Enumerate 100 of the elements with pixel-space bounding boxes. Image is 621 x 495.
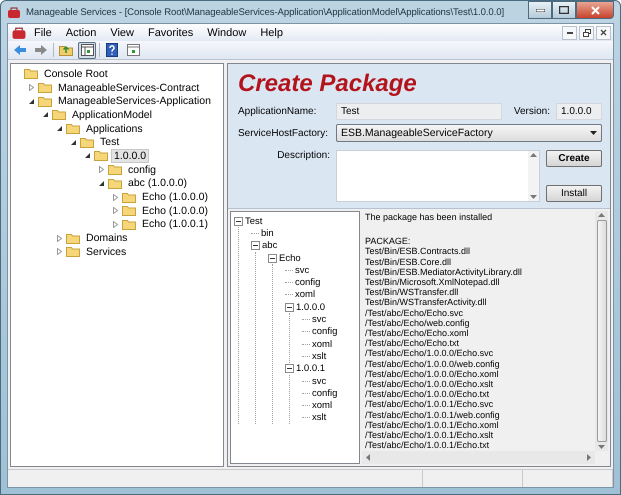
expand-triangle-icon[interactable] xyxy=(112,194,118,201)
expand-triangle-icon[interactable] xyxy=(56,248,62,256)
expand-triangle-icon[interactable] xyxy=(112,220,118,228)
collapse-box-icon[interactable] xyxy=(268,254,277,263)
tree-item[interactable]: Services xyxy=(83,244,130,259)
tree-item[interactable]: 1.0.0.1 xyxy=(296,363,326,374)
log-line: /Test/abc/Echo/Echo.xoml xyxy=(365,328,470,338)
close-button[interactable] xyxy=(596,26,611,40)
tree-item[interactable]: config xyxy=(312,388,338,399)
menu-item[interactable]: Help xyxy=(253,26,290,38)
tree-item[interactable]: Test xyxy=(97,135,122,150)
log-line: /Test/abc/Echo/1.0.0.1/Echo.xoml xyxy=(365,420,500,430)
restore-button[interactable] xyxy=(579,26,594,40)
scroll-up-icon xyxy=(530,153,537,157)
collapse-triangle-icon[interactable] xyxy=(98,180,104,187)
collapse-box-icon[interactable] xyxy=(285,302,294,312)
minimize-icon xyxy=(536,8,544,12)
tree-item[interactable]: Domains xyxy=(83,231,130,246)
log-line: Test/Bin/WSTransfer.dll xyxy=(365,287,460,298)
collapse-triangle-icon[interactable] xyxy=(28,98,34,105)
expand-triangle-icon[interactable] xyxy=(56,234,62,242)
folder-icon xyxy=(38,82,52,94)
folder-icon xyxy=(38,96,52,107)
tree-item[interactable]: xoml xyxy=(295,289,316,300)
maximize-icon xyxy=(559,6,569,14)
vertical-scrollbar[interactable] xyxy=(595,211,608,451)
version-field[interactable]: 1.0.0.0 xyxy=(556,103,602,120)
collapse-box-icon[interactable] xyxy=(234,216,243,226)
toolbar-button[interactable] xyxy=(78,42,96,58)
tree-item[interactable]: Echo (1.0.0.0) xyxy=(139,204,211,218)
collapse-box-icon[interactable] xyxy=(285,364,294,374)
tree-item[interactable]: xslt xyxy=(312,350,326,362)
field-label: ApplicationName: xyxy=(238,106,318,117)
log-line: /Test/abc/Echo/1.0.0.0/Echo.svc xyxy=(365,348,494,359)
menu-item[interactable]: Window xyxy=(200,26,254,38)
menu-item[interactable]: File xyxy=(27,26,59,38)
log-line: /Test/abc/Echo/1.0.0.1/Echo.svc xyxy=(365,399,494,410)
tree-item[interactable]: svc xyxy=(295,264,310,276)
log-line: Test/Bin/Microsoft.XmlNotepad.dll xyxy=(365,277,501,288)
log-line: /Test/abc/Echo/1.0.0.1/web.config xyxy=(365,410,501,420)
create-button[interactable]: Create xyxy=(546,150,602,167)
tree-item[interactable]: Echo (1.0.0.1) xyxy=(139,217,211,232)
menu-item[interactable]: Action xyxy=(58,26,104,38)
tree-item[interactable]: Echo xyxy=(279,252,301,264)
factory-dropdown[interactable]: ESB.ManageableServiceFactory xyxy=(336,124,602,142)
menu-item[interactable]: View xyxy=(103,26,141,38)
field-label: ServiceHostFactory: xyxy=(238,128,330,138)
close-button[interactable] xyxy=(576,1,614,19)
collapse-box-icon[interactable] xyxy=(251,241,260,250)
log-line: /Test/abc/Echo/1.0.0.1/Echo.xslt xyxy=(365,430,494,440)
log-line: /Test/abc/Echo/Echo.svc xyxy=(365,308,464,318)
close-icon xyxy=(590,6,600,14)
expand-triangle-icon[interactable] xyxy=(112,207,118,214)
tree-item[interactable]: bin xyxy=(261,228,274,239)
tree-item[interactable]: ManageableServices-Application xyxy=(55,94,214,108)
vertical-scrollbar[interactable] xyxy=(528,151,539,201)
expand-triangle-icon[interactable] xyxy=(28,84,34,92)
tree-item[interactable]: Console Root xyxy=(41,66,111,81)
tree-item[interactable]: svc xyxy=(312,376,326,386)
minimize-button[interactable] xyxy=(562,26,577,40)
toolbar-button[interactable] xyxy=(103,42,121,58)
tree-item[interactable]: config xyxy=(295,277,320,288)
tree-item[interactable]: Test xyxy=(245,216,262,227)
maximize-button[interactable] xyxy=(552,1,576,19)
window-title: Manageable Services - [Console Root\ManageableServices-Application\ApplicationModel\Applications\Test\1.0.0.0] xyxy=(26,6,506,18)
expand-triangle-icon[interactable] xyxy=(98,166,104,174)
application-name-field[interactable]: Test xyxy=(336,103,502,120)
field-label: Description: xyxy=(276,150,330,161)
tree-item[interactable]: svc xyxy=(312,314,326,326)
tree-item[interactable]: 1.0.0.0 xyxy=(296,302,326,313)
tree-item[interactable]: xoml xyxy=(312,400,332,412)
minimize-button[interactable] xyxy=(528,1,552,19)
log-line: /Test/abc/Echo/1.0.0.0/Echo.xoml xyxy=(365,368,500,380)
tree-item[interactable]: config xyxy=(125,162,160,177)
collapse-triangle-icon[interactable] xyxy=(56,125,62,132)
description-field[interactable] xyxy=(336,150,540,202)
folder-icon xyxy=(122,192,136,203)
tree-item[interactable]: ApplicationModel xyxy=(69,108,155,122)
log-line: /Test/abc/Echo/Echo.txt xyxy=(365,338,460,348)
log-line: PACKAGE: xyxy=(365,236,412,246)
app-icon xyxy=(11,26,27,40)
tree-item[interactable]: Applications xyxy=(83,122,146,136)
tree-item[interactable]: abc xyxy=(262,240,278,252)
collapse-triangle-icon[interactable] xyxy=(70,138,76,146)
tree-item[interactable]: xoml xyxy=(312,338,332,350)
tree-item[interactable]: xslt xyxy=(312,412,326,424)
tree-item[interactable]: abc (1.0.0.0) xyxy=(125,176,190,190)
menu-item[interactable]: Favorites xyxy=(140,26,200,38)
log-line: Test/Bin/WSTransferActivity.dll xyxy=(365,297,488,308)
tree-item[interactable]: Echo (1.0.0.0) xyxy=(139,190,211,204)
collapse-triangle-icon[interactable] xyxy=(42,111,48,118)
window-icon xyxy=(126,44,140,56)
tree-item[interactable]: config xyxy=(312,326,338,338)
collapse-triangle-icon[interactable] xyxy=(84,152,90,160)
minimize-icon xyxy=(566,32,572,34)
tree-item[interactable]: ManageableServices-Contract xyxy=(55,80,202,95)
folder-icon xyxy=(52,109,66,120)
install-button[interactable]: Install xyxy=(546,185,602,202)
tree-item[interactable]: 1.0.0.0 xyxy=(111,148,150,163)
horizontal-scrollbar[interactable] xyxy=(362,451,595,464)
